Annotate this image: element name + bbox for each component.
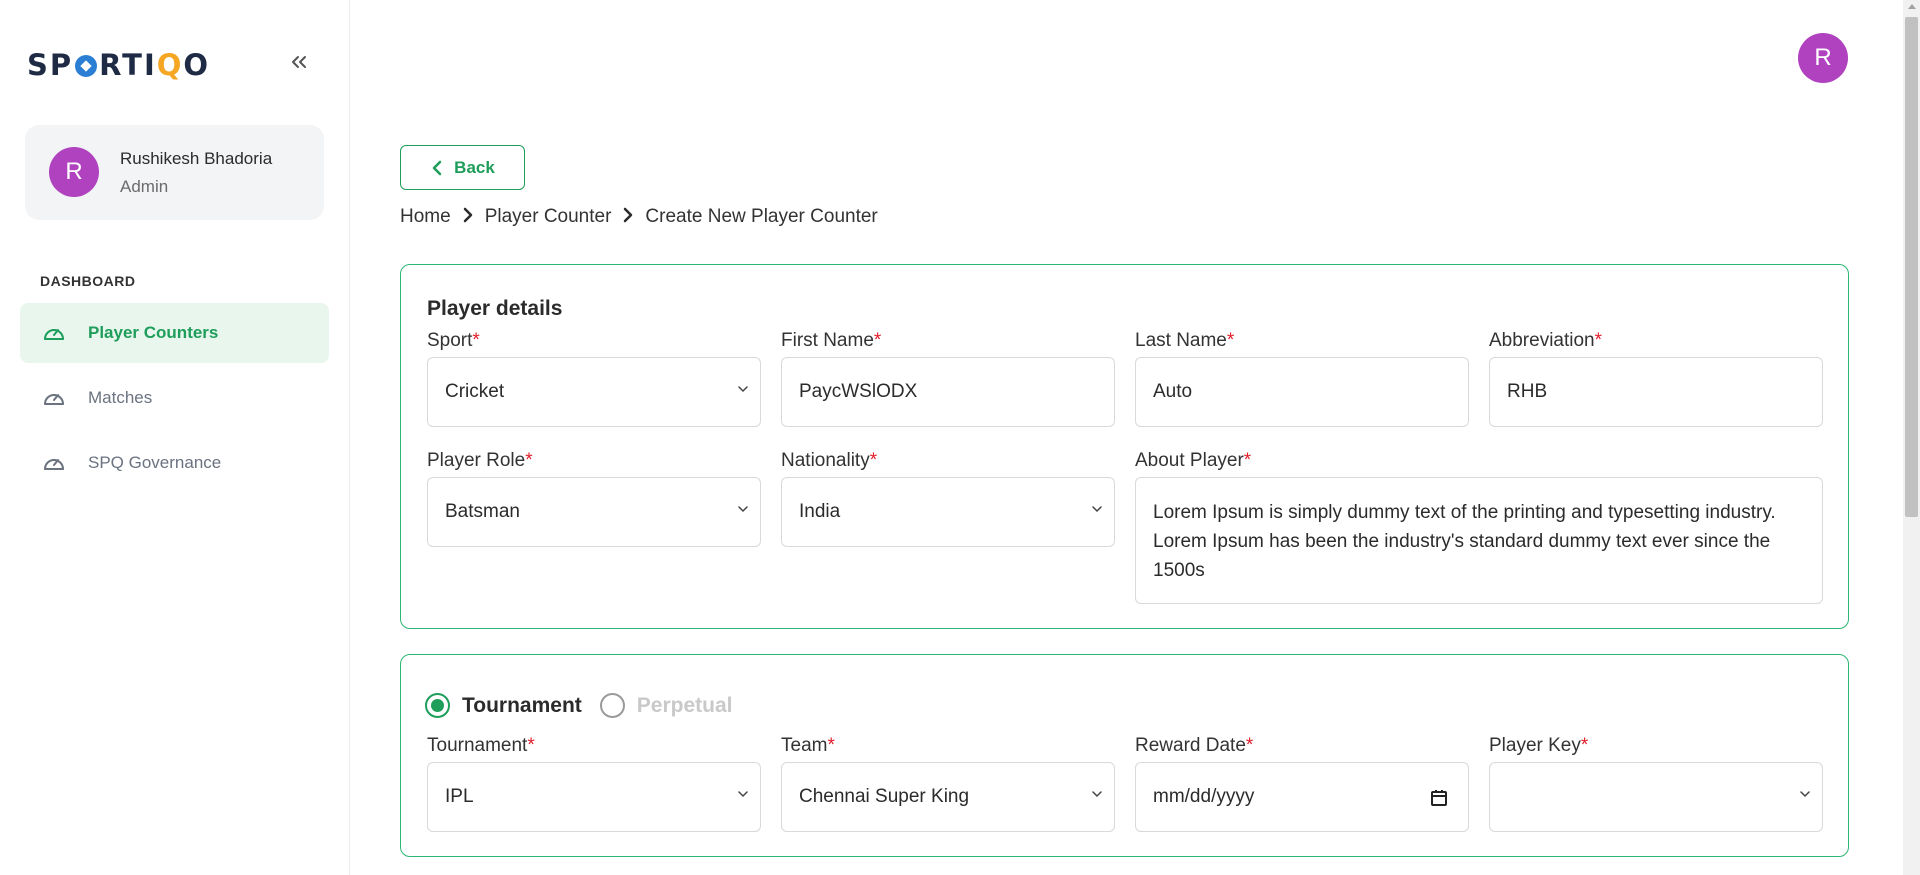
collapse-sidebar-button[interactable] [287,50,313,76]
player-role-label: Player Role* [427,450,533,471]
abbreviation-value: RHB [1507,381,1548,402]
player-key-label: Player Key* [1489,735,1589,756]
breadcrumb-current: Create New Player Counter [645,206,878,227]
gauge-icon [44,459,64,470]
chevron-down-icon [1092,791,1102,798]
chevron-down-icon [1092,506,1102,513]
double-chevron-left-icon [292,56,306,68]
nationality-value: India [799,501,841,522]
tournament-select[interactable]: IPL [427,762,761,832]
logo-text-accent: Q [156,48,184,82]
sport-label: Sport* [427,330,480,351]
avatar: R [49,147,99,197]
sidebar-item-label: SPQ Governance [88,453,222,472]
reward-date-label: Reward Date* [1135,735,1254,756]
scrollbar-thumb[interactable] [1905,17,1918,517]
sidebar: SP RTI Q O R Rushikesh Bhadoria Admin DASHB… [0,0,350,875]
reward-date-input[interactable]: mm/dd/yyyy [1135,762,1469,832]
logo-text-end: O [183,48,211,82]
card-title: Player details [427,297,563,320]
scroll-up-arrow-icon[interactable] [1908,4,1916,9]
radio-tournament-label: Tournament [462,693,582,717]
nav-section-title: DASHBOARD [40,273,136,289]
sportiqo-logo[interactable]: SP RTI Q O [27,48,210,82]
tournament-value: IPL [445,786,474,807]
player-details-card: Player details Sport* First Name* Last N… [400,264,1849,629]
last-name-label: Last Name* [1135,330,1235,351]
sport-value: Cricket [445,381,505,402]
player-key-select[interactable] [1489,762,1823,832]
radio-perpetual-label: Perpetual [636,693,733,717]
logo-text-start: SP [27,48,74,82]
chevron-right-icon [463,207,473,228]
team-value: Chennai Super King [799,786,970,807]
breadcrumb-home[interactable]: Home [400,206,451,228]
radio-checked-icon [425,693,450,718]
sidebar-item-player-counters[interactable]: Player Counters [20,303,329,363]
radio-unchecked-icon [599,693,625,718]
chevron-left-icon [432,160,442,175]
abbreviation-input[interactable]: RHB [1489,357,1823,427]
last-name-value: Auto [1153,381,1193,402]
gauge-icon [44,394,64,405]
chevron-down-icon [738,386,748,393]
back-button[interactable]: Back [400,145,525,190]
abbreviation-label: Abbreviation* [1489,330,1603,351]
sidebar-item-matches[interactable]: Matches [20,368,329,428]
sidebar-item-label: Player Counters [88,323,219,342]
about-player-textarea[interactable]: Lorem Ipsum is simply dummy text of the … [1135,477,1823,604]
first-name-value: PaycWSlODX [799,381,918,402]
tournament-card: Tournament Perpetual Tournament* Team* R… [400,654,1849,857]
reward-date-placeholder: mm/dd/yyyy [1153,786,1255,807]
profile-name: Rushikesh Bhadoria [120,149,273,168]
tournament-label: Tournament* [427,735,535,756]
chevron-down-icon [738,506,748,513]
page-scrollbar[interactable] [1903,0,1920,875]
nationality-select[interactable]: India [781,477,1115,547]
calendar-icon[interactable] [1430,789,1448,807]
chevron-right-icon [623,207,633,228]
team-select[interactable]: Chennai Super King [781,762,1115,832]
gauge-icon [44,329,64,340]
player-role-value: Batsman [445,501,520,522]
profile-role: Admin [120,177,169,196]
sidebar-item-label: Matches [88,388,153,407]
profile-card: R Rushikesh Bhadoria Admin [25,125,324,220]
sidebar-item-spq-governance[interactable]: SPQ Governance [20,433,329,493]
nationality-label: Nationality* [781,450,878,471]
chevron-down-icon [738,791,748,798]
user-avatar-button[interactable]: R [1798,33,1848,83]
team-label: Team* [781,735,835,756]
about-player-value: Lorem Ipsum is simply dummy text of the … [1153,502,1776,581]
sport-select[interactable]: Cricket [427,357,761,427]
chevron-down-icon [1800,791,1810,798]
first-name-input[interactable]: PaycWSlODX [781,357,1115,427]
about-player-label: About Player* [1135,450,1252,471]
radio-tournament[interactable]: Tournament [425,693,582,718]
logo-ball-icon [75,55,98,77]
last-name-input[interactable]: Auto [1135,357,1469,427]
counter-type-radio-group: Tournament Perpetual [425,693,750,718]
back-label: Back [454,157,495,177]
logo-text-middle: RTI [99,48,157,82]
player-role-select[interactable]: Batsman [427,477,761,547]
breadcrumb: Home Player Counter Create New Player Co… [400,206,878,228]
breadcrumb-player-counter[interactable]: Player Counter [485,206,612,228]
first-name-label: First Name* [781,330,882,351]
radio-perpetual[interactable]: Perpetual [599,693,733,718]
